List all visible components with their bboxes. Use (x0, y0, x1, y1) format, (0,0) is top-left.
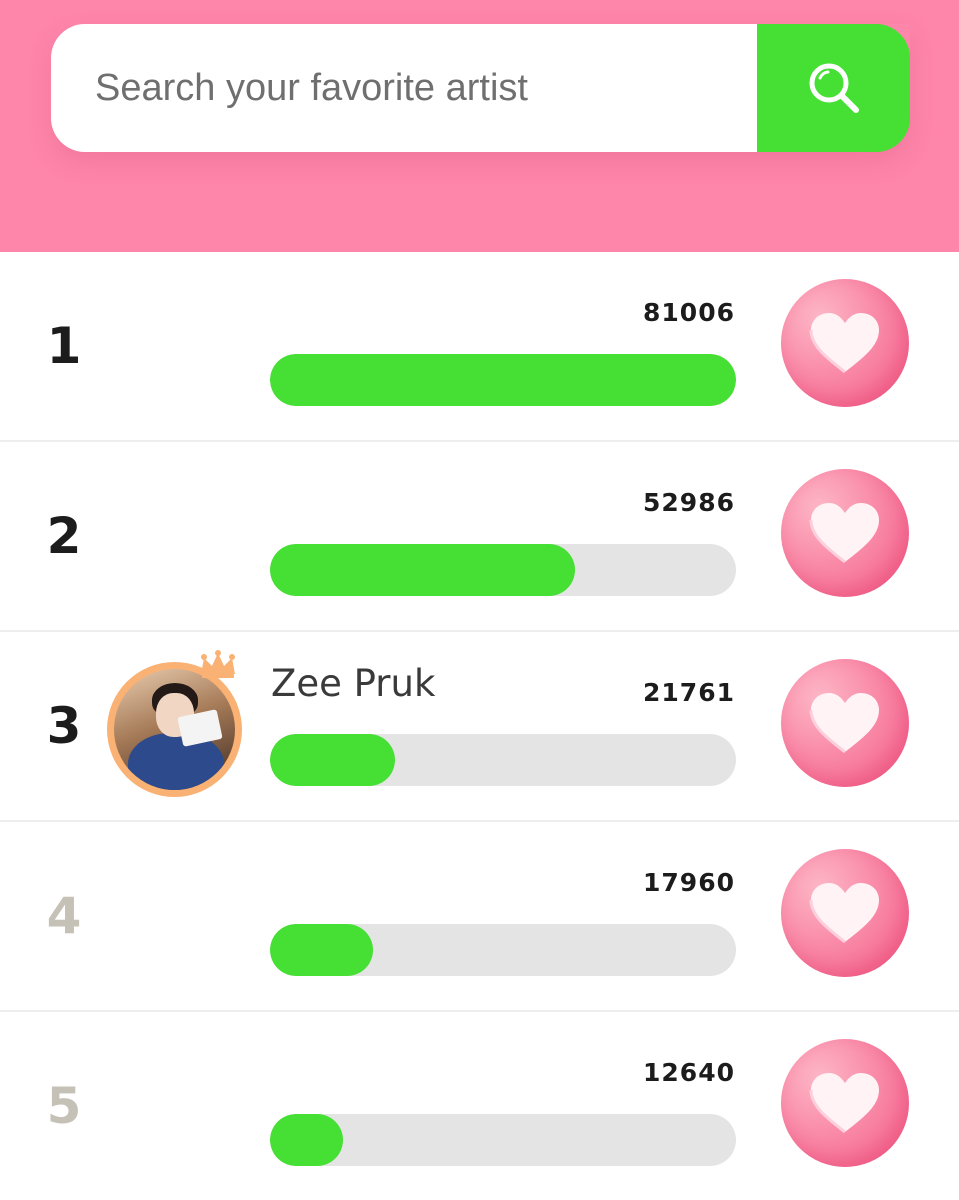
crown-icon (201, 650, 235, 678)
ranking-row: 2 52986 (0, 442, 959, 632)
search-input[interactable] (95, 66, 757, 110)
vote-count: 81006 (643, 298, 735, 327)
header-banner (0, 0, 959, 252)
rank-number: 2 (46, 507, 82, 565)
ranking-row: 3 Zee Pruk 21761 (0, 632, 959, 822)
search-field-container (51, 24, 757, 152)
heart-icon (809, 1073, 879, 1134)
vote-progress-track (270, 1114, 736, 1166)
search-button[interactable] (757, 24, 910, 152)
rank-number: 1 (46, 317, 82, 375)
vote-progress-fill (270, 1114, 343, 1166)
vote-progress-fill (270, 924, 374, 976)
vote-count: 21761 (643, 678, 735, 707)
vote-progress-track (270, 544, 736, 596)
heart-icon (809, 883, 879, 944)
heart-icon (809, 503, 879, 564)
artist-avatar[interactable] (107, 662, 242, 797)
rank-number: 5 (46, 1077, 82, 1135)
vote-heart-button[interactable] (781, 1039, 909, 1167)
vote-progress-track (270, 924, 736, 976)
vote-progress-fill (270, 544, 575, 596)
vote-heart-button[interactable] (781, 279, 909, 407)
vote-count: 17960 (643, 868, 735, 897)
vote-progress-fill (270, 734, 395, 786)
vote-heart-button[interactable] (781, 849, 909, 977)
vote-progress-track (270, 354, 736, 406)
vote-count: 12640 (643, 1058, 735, 1087)
search-icon (809, 63, 859, 113)
vote-heart-button[interactable] (781, 659, 909, 787)
heart-icon (809, 693, 879, 754)
vote-count: 52986 (643, 488, 735, 517)
vote-progress-fill (270, 354, 736, 406)
ranking-list: 1 81006 2 52986 3 Zee Pruk 21761 4 17960… (0, 252, 959, 1200)
rank-number: 3 (46, 697, 82, 755)
ranking-row: 5 12640 (0, 1012, 959, 1200)
vote-heart-button[interactable] (781, 469, 909, 597)
search-bar (51, 24, 910, 152)
ranking-row: 4 17960 (0, 822, 959, 1012)
rank-number: 4 (46, 887, 82, 945)
avatar-photo (114, 669, 235, 790)
ranking-row: 1 81006 (0, 252, 959, 442)
heart-icon (809, 313, 879, 374)
artist-name[interactable]: Zee Pruk (271, 662, 435, 705)
vote-progress-track (270, 734, 736, 786)
